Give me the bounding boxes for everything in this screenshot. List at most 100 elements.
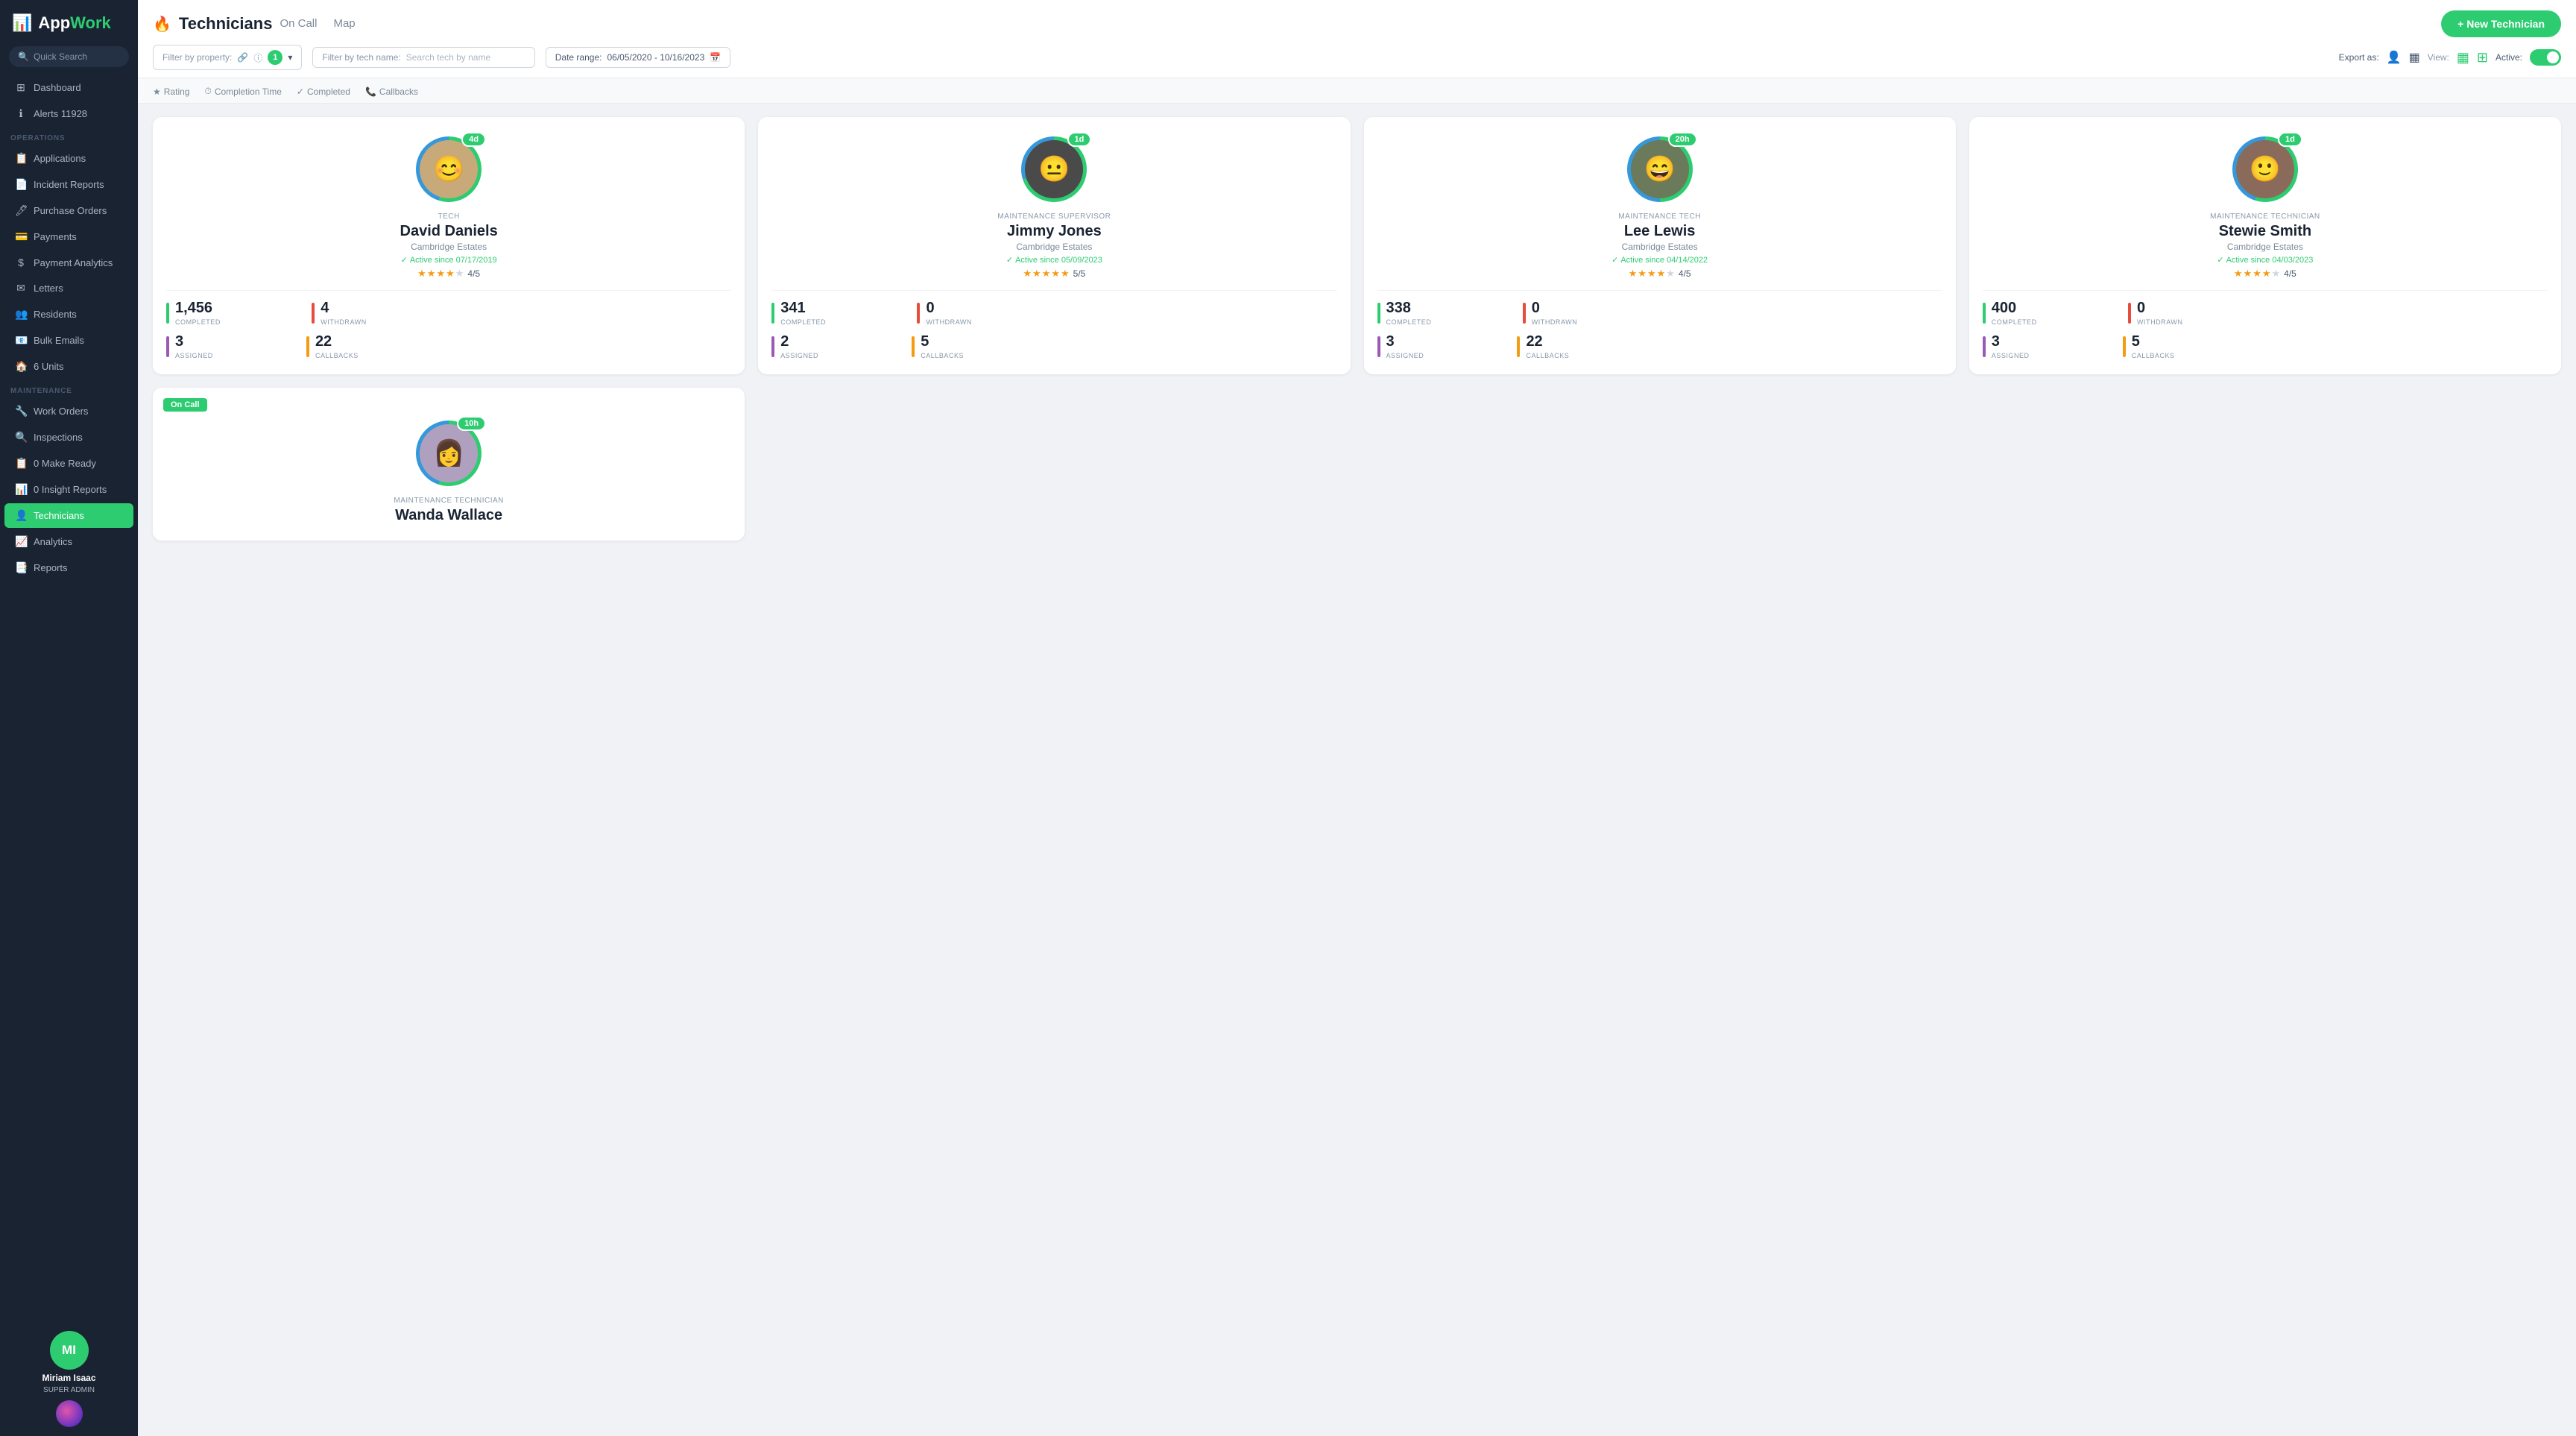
filter-tech-box[interactable]: Filter by tech name: [312, 47, 534, 68]
applications-icon: 📋 [15, 152, 27, 165]
technician-card-jimmy-jones[interactable]: 😐 1d MAINTENANCE SUPERVISOR Jimmy Jones … [758, 117, 1350, 374]
stats-row-david: 1,456 COMPLETED 4 WITHDRAWN [166, 290, 731, 326]
incident-icon: 📄 [15, 178, 27, 191]
time-badge-david: 4d [461, 132, 486, 147]
sort-completion-time[interactable]: ⏱ Completion Time [204, 86, 281, 97]
nav-dashboard[interactable]: ⊞ Dashboard [4, 75, 133, 100]
nav-incident-reports[interactable]: 📄 Incident Reports [4, 172, 133, 197]
star1j: ★ [1023, 268, 1032, 280]
technician-card-stewie-smith[interactable]: 🙂 1d MAINTENANCE TECHNICIAN Stewie Smith… [1969, 117, 2561, 374]
sort-callbacks-label: Callbacks [379, 86, 418, 97]
maintenance-section-label: MAINTENANCE [0, 380, 138, 398]
star1: ★ [417, 268, 426, 280]
stat-item-withdrawn-lee: 0 WITHDRAWN [1532, 300, 1578, 326]
stars-david: ★ ★ ★ ★ ★ 4/5 [417, 268, 480, 280]
nav-reports[interactable]: 📑 Reports [4, 555, 133, 580]
stat-num-completed-lee: 338 [1386, 300, 1432, 317]
stat-num-callbacks-david: 22 [315, 333, 359, 350]
tech-name-search-input[interactable] [406, 52, 525, 63]
export-person-icon[interactable]: 👤 [2387, 50, 2402, 65]
stat-item-callbacks-david: 22 CALLBACKS [315, 333, 359, 359]
tab-map[interactable]: Map [333, 17, 355, 31]
filter-property-label: Filter by property: [162, 52, 232, 63]
bar-withdrawn-lee [1523, 303, 1526, 324]
incident-label: Incident Reports [34, 179, 104, 190]
export-table-icon[interactable]: ▦ [2409, 50, 2420, 65]
user-avatar-btn[interactable] [56, 1400, 83, 1427]
user-avatar: MI [50, 1331, 89, 1370]
nav-payment-analytics[interactable]: $ Payment Analytics [4, 251, 133, 274]
active-toggle[interactable] [2530, 49, 2561, 66]
technicians-top-row: 😊 4d TECH David Daniels Cambridge Estate… [153, 117, 2561, 374]
nav-purchase-orders[interactable]: 🖊 Purchase Orders [4, 198, 133, 223]
nav-applications[interactable]: 📋 Applications [4, 146, 133, 171]
nav-payments[interactable]: 💳 Payments [4, 224, 133, 249]
bar-callbacks-jimmy [912, 336, 915, 357]
nav-letters[interactable]: ✉ Letters [4, 276, 133, 300]
time-badge-stewie: 1d [2278, 132, 2302, 147]
export-as-label: Export as: [2339, 52, 2379, 63]
work-orders-label: Work Orders [34, 406, 88, 417]
technician-card-david-daniels[interactable]: 😊 4d TECH David Daniels Cambridge Estate… [153, 117, 745, 374]
stat-num-completed-david: 1,456 [175, 300, 221, 317]
technician-card-wanda-wallace[interactable]: On Call 👩 10h MAINTENANCE TECHNICIAN Wan… [153, 388, 745, 541]
sidebar-logo: 📊 AppWork [0, 0, 138, 42]
work-orders-icon: 🔧 [15, 405, 27, 418]
sidebar-user-section: MI Miriam Isaac SUPER ADMIN [0, 1322, 138, 1436]
nav-technicians[interactable]: 👤 Technicians [4, 503, 133, 528]
stat-item-withdrawn-stewie: 0 WITHDRAWN [2137, 300, 2183, 326]
sort-callbacks[interactable]: 📞 Callbacks [365, 86, 418, 97]
on-call-badge: On Call [163, 398, 207, 412]
star2l: ★ [1638, 268, 1647, 280]
stat-completed-stewie: 400 COMPLETED [1983, 300, 2037, 326]
nav-work-orders[interactable]: 🔧 Work Orders [4, 399, 133, 423]
stat-num-withdrawn-david: 4 [321, 300, 367, 317]
nav-alerts[interactable]: ℹ Alerts 11928 [4, 101, 133, 126]
quick-search-box[interactable]: 🔍 Quick Search [9, 46, 129, 67]
view-controls: Export as: 👤 ▦ View: ▦ ⊞ Active: [2339, 49, 2561, 66]
avatar-img-lee: 😄 [1631, 140, 1689, 198]
stat-label-callbacks-lee: CALLBACKS [1526, 352, 1569, 359]
date-range-box[interactable]: Date range: 06/05/2020 - 10/16/2023 📅 [546, 47, 730, 68]
payments-label: Payments [34, 231, 77, 242]
nav-bulk-emails[interactable]: 📧 Bulk Emails [4, 328, 133, 353]
bar-callbacks-lee [1517, 336, 1520, 357]
sort-completed[interactable]: ✓ Completed [297, 86, 350, 97]
stat-item-completed-stewie: 400 COMPLETED [1992, 300, 2037, 326]
star5j: ★ [1061, 268, 1070, 280]
active-since-text-lee: Active since 04/14/2022 [1620, 256, 1708, 265]
nav-units[interactable]: 🏠 6 Units [4, 354, 133, 379]
avatar-wrapper-stewie: 🙂 1d [2232, 136, 2298, 202]
star5s: ★ [2272, 268, 2281, 280]
stat-assigned-stewie: 3 ASSIGNED [1983, 333, 2030, 359]
nav-analytics[interactable]: 📈 Analytics [4, 529, 133, 554]
analytics-icon: 📈 [15, 535, 27, 548]
technician-card-lee-lewis[interactable]: 😄 20h MAINTENANCE TECH Lee Lewis Cambrid… [1364, 117, 1956, 374]
property-chevron-icon[interactable]: ▾ [288, 52, 292, 63]
sort-rating[interactable]: ★ Rating [153, 86, 189, 97]
tech-property-jimmy: Cambridge Estates [1016, 242, 1092, 252]
star4s: ★ [2262, 268, 2271, 280]
tab-on-call[interactable]: On Call [280, 17, 317, 31]
new-technician-button[interactable]: + New Technician [2441, 10, 2561, 37]
logo-icon: 📊 [12, 13, 32, 33]
nav-make-ready[interactable]: 📋 0 Make Ready [4, 451, 133, 476]
nav-inspections[interactable]: 🔍 Inspections [4, 425, 133, 450]
nav-residents[interactable]: 👥 Residents [4, 302, 133, 327]
units-icon: 🏠 [15, 360, 27, 373]
star3s: ★ [2253, 268, 2261, 280]
stats-row-jimmy: 341 COMPLETED 0 WITHDRAWN [771, 290, 1336, 326]
stat-item-completed-lee: 338 COMPLETED [1386, 300, 1432, 326]
calendar-icon[interactable]: 📅 [710, 52, 721, 63]
view-list-icon[interactable]: ⊞ [2477, 50, 2488, 66]
stats-row-lee: 338 COMPLETED 0 WITHDRAWN [1377, 290, 1942, 326]
view-grid-icon[interactable]: ▦ [2457, 50, 2469, 66]
star3j: ★ [1042, 268, 1051, 280]
filter-property-box[interactable]: Filter by property: 🔗 ⓘ 1 ▾ [153, 45, 302, 70]
payments-icon: 💳 [15, 230, 27, 243]
header-tabs: On Call Map [280, 17, 355, 31]
stat-num-completed-jimmy: 341 [780, 300, 826, 317]
star3l: ★ [1647, 268, 1656, 280]
insight-reports-icon: 📊 [15, 483, 27, 496]
nav-insight-reports[interactable]: 📊 0 Insight Reports [4, 477, 133, 502]
